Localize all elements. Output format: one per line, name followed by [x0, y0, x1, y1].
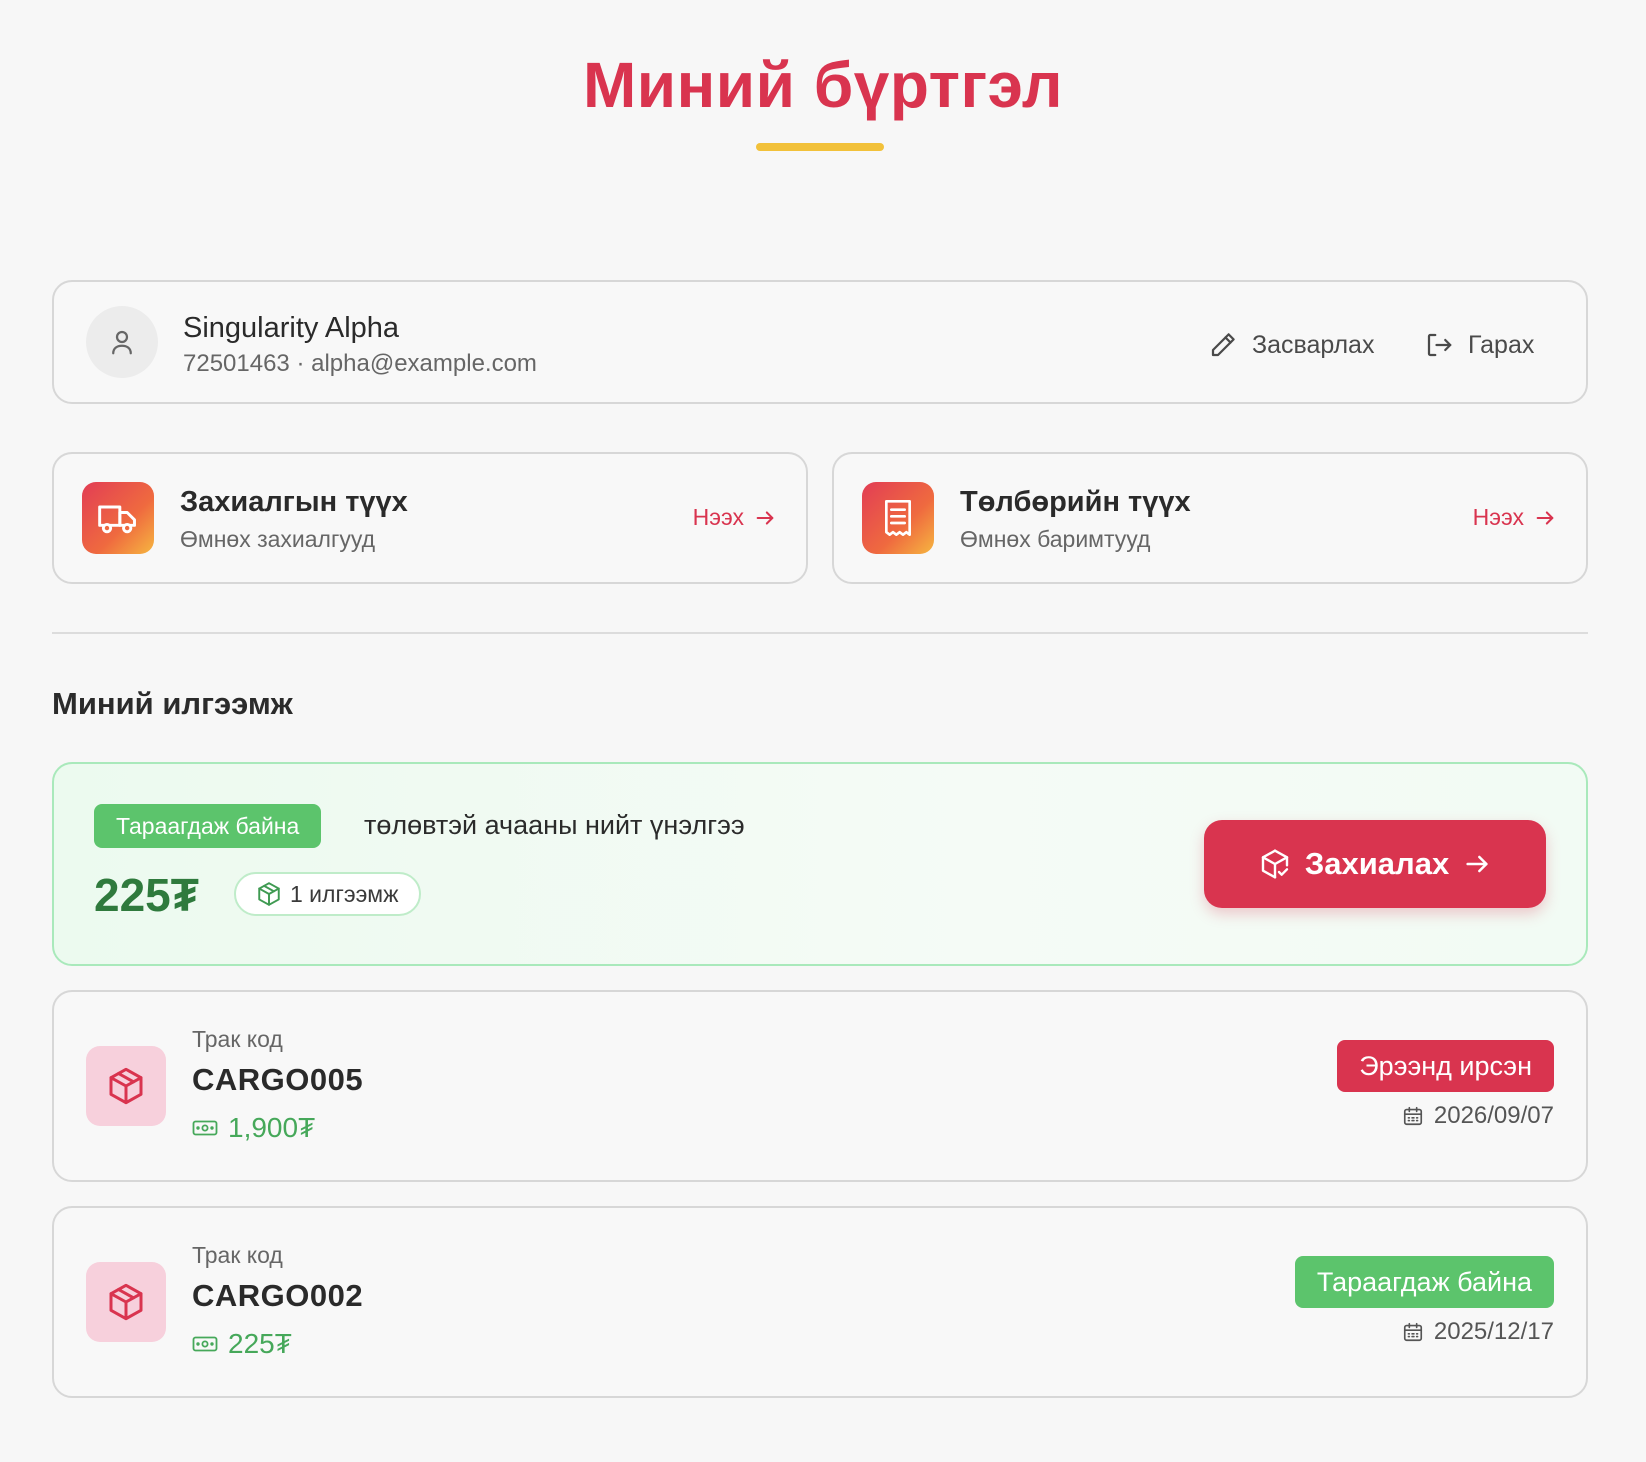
- calendar-icon: [1403, 1322, 1422, 1342]
- receipt-icon: [885, 500, 911, 536]
- shipment-price: 1,900₮: [192, 1112, 315, 1144]
- account-page: Миний бүртгэл Singularity Alpha 72501463…: [0, 0, 1646, 1462]
- shipments-section-title: Миний илгээмж: [52, 686, 293, 721]
- shipment-item[interactable]: Трак код CARGO005 1,900₮ Эрээнд ирсэн 20…: [52, 990, 1588, 1182]
- user-icon: [112, 330, 132, 355]
- title-underline: [756, 143, 884, 151]
- payment-history-open-label: Нээх: [1472, 504, 1524, 530]
- logout-icon: [1427, 333, 1452, 357]
- shipment-icon-box: [86, 1262, 166, 1342]
- order-history-open-label: Нээх: [692, 504, 744, 530]
- payment-history-subtitle: Өмнөх баримтууд: [960, 526, 1151, 552]
- summary-count-label: 1 илгээмж: [290, 880, 399, 907]
- profile-card: Singularity Alpha 72501463 · alpha@examp…: [52, 280, 1588, 404]
- pencil-icon: [1211, 333, 1235, 357]
- tracking-code-label: Трак код: [192, 1026, 283, 1052]
- order-history-subtitle: Өмнөх захиалгууд: [180, 526, 376, 552]
- shipment-date: 2026/09/07: [1402, 1102, 1554, 1130]
- package-icon: [109, 1283, 143, 1321]
- order-history-title: Захиалгын түүх: [180, 486, 408, 518]
- tracking-code-label: Трак код: [192, 1242, 283, 1268]
- package-check-icon: [1261, 849, 1289, 879]
- package-icon: [258, 882, 280, 906]
- profile-contact: 72501463 · alpha@example.com: [183, 350, 537, 377]
- order-history-open-link[interactable]: Нээх: [693, 504, 776, 531]
- tracking-code: CARGO002: [192, 1278, 364, 1313]
- summary-count-badge: 1 илгээмж: [234, 872, 421, 916]
- order-button-label: Захиалах: [1304, 846, 1450, 881]
- truck-icon: [98, 505, 136, 534]
- money-icon: [192, 1120, 218, 1136]
- shipment-icon-box: [86, 1046, 166, 1126]
- order-history-icon-box: [82, 482, 154, 554]
- shipment-date-value: 2026/09/07: [1433, 1102, 1554, 1129]
- summary-total-amount: 225₮: [94, 869, 199, 921]
- payment-history-icon-box: [862, 482, 934, 554]
- arrow-right-icon: [1466, 855, 1488, 873]
- section-divider: [52, 632, 1588, 634]
- money-icon: [192, 1336, 218, 1352]
- shipment-status-badge: Эрээнд ирсэн: [1337, 1040, 1554, 1092]
- order-button[interactable]: Захиалах: [1204, 820, 1546, 908]
- shipments-summary-card: Тараагдаж байна төлөвтэй ачааны нийт үнэ…: [52, 762, 1588, 966]
- shipment-date-value: 2025/12/17: [1433, 1318, 1554, 1345]
- shipment-item[interactable]: Трак код CARGO002 225₮ Тараагдаж байна 2…: [52, 1206, 1588, 1398]
- edit-profile-label: Засварлах: [1252, 330, 1375, 359]
- package-icon: [109, 1067, 143, 1105]
- logout-button[interactable]: Гарах: [1424, 330, 1534, 360]
- tracking-code: CARGO005: [192, 1062, 364, 1097]
- edit-profile-button[interactable]: Засварлах: [1208, 330, 1374, 360]
- arrow-right-icon: [1536, 510, 1554, 525]
- shipment-status-badge: Тараагдаж байна: [1294, 1256, 1554, 1308]
- shipment-price-value: 1,900₮: [228, 1112, 316, 1143]
- arrow-right-icon: [756, 510, 774, 525]
- calendar-icon: [1403, 1106, 1422, 1126]
- logout-label: Гарах: [1468, 330, 1535, 359]
- avatar: [86, 306, 158, 378]
- order-history-card[interactable]: Захиалгын түүх Өмнөх захиалгууд Нээх: [52, 452, 808, 584]
- shipment-price: 225₮: [192, 1328, 292, 1360]
- page-title: Миний бүртгэл: [582, 49, 1064, 121]
- payment-history-open-link[interactable]: Нээх: [1473, 504, 1556, 531]
- shipment-price-value: 225₮: [228, 1328, 292, 1359]
- summary-description: төлөвтэй ачааны нийт үнэлгээ: [364, 810, 745, 840]
- shipment-date: 2025/12/17: [1402, 1318, 1554, 1346]
- profile-name: Singularity Alpha: [183, 312, 400, 344]
- payment-history-title: Төлбөрийн түүх: [960, 486, 1191, 518]
- summary-status-badge: Тараагдаж байна: [94, 804, 322, 848]
- payment-history-card[interactable]: Төлбөрийн түүх Өмнөх баримтууд Нээх: [832, 452, 1588, 584]
